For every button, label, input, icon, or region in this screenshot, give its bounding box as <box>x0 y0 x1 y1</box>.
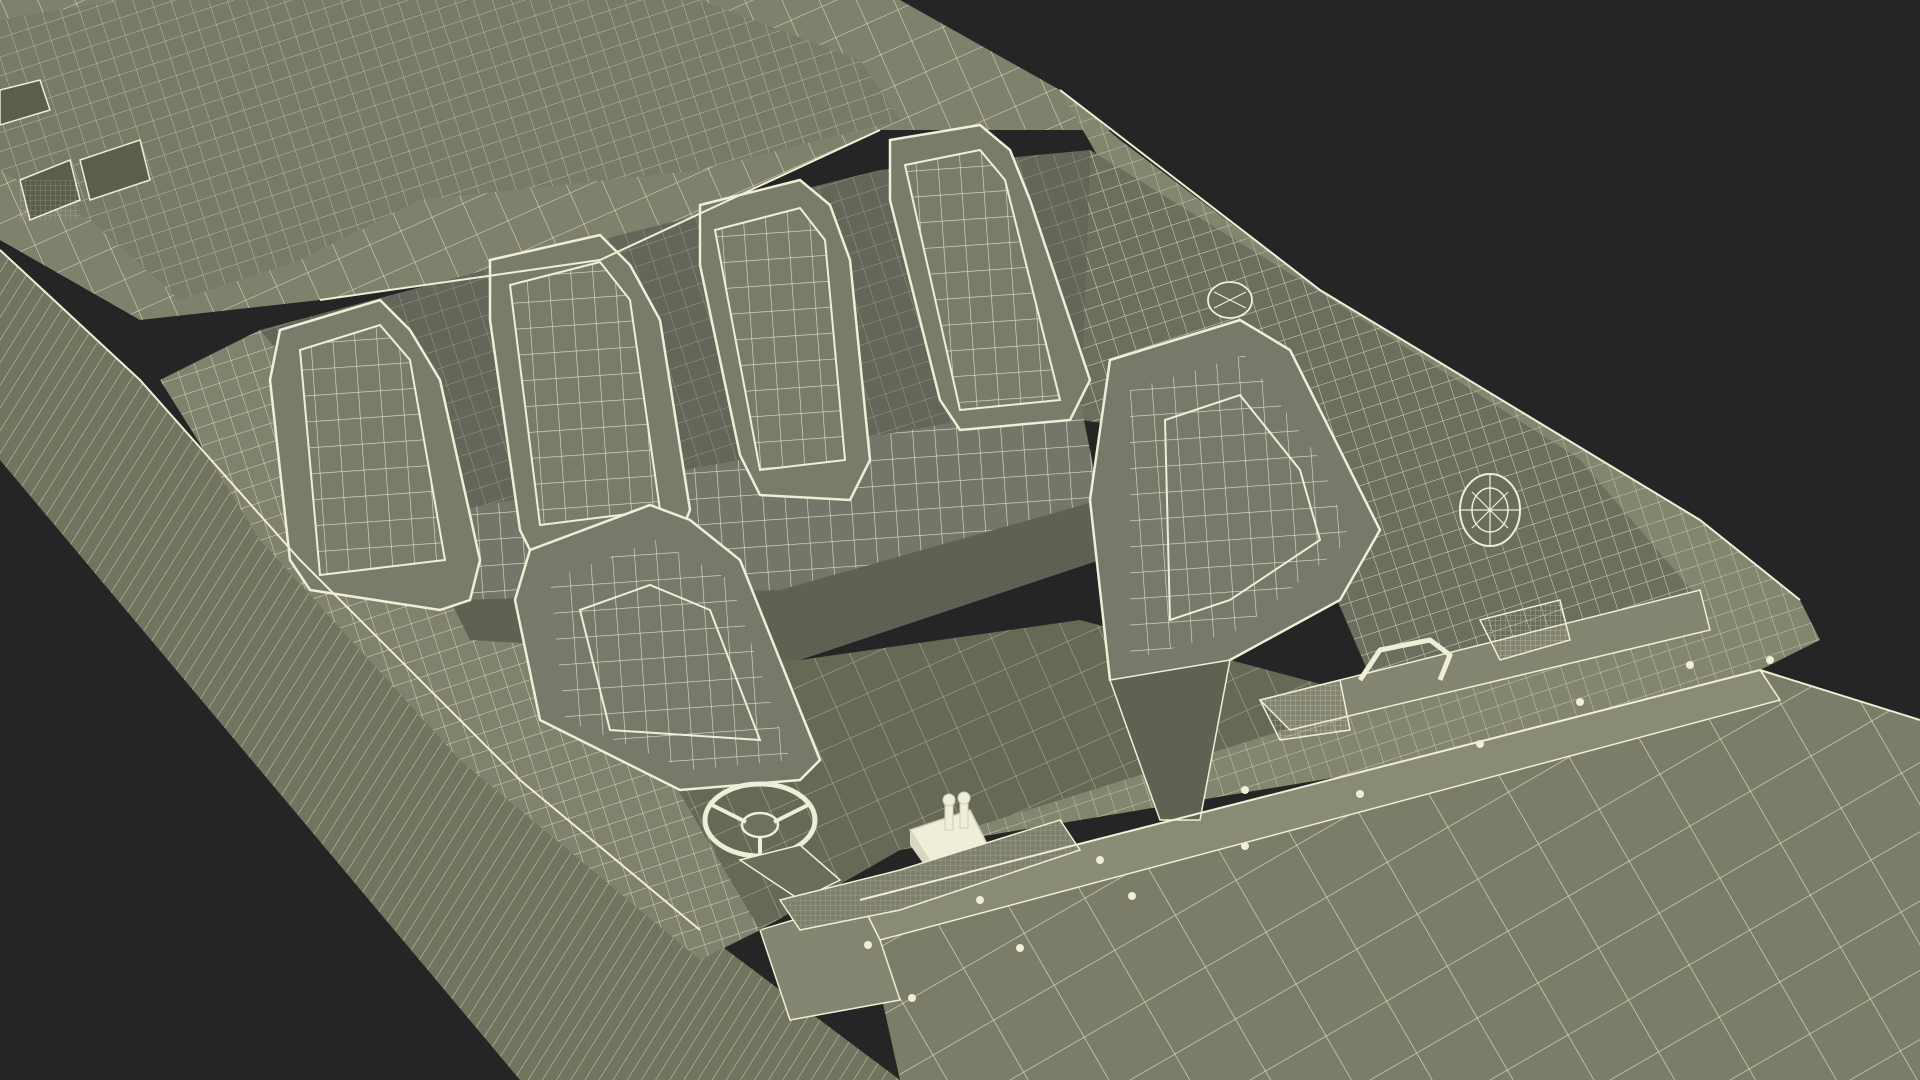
render-viewport <box>0 0 1920 1080</box>
speaker-icon <box>1459 473 1521 547</box>
boat-wireframe-render <box>0 0 1920 1080</box>
speaker-icon <box>1207 281 1253 319</box>
